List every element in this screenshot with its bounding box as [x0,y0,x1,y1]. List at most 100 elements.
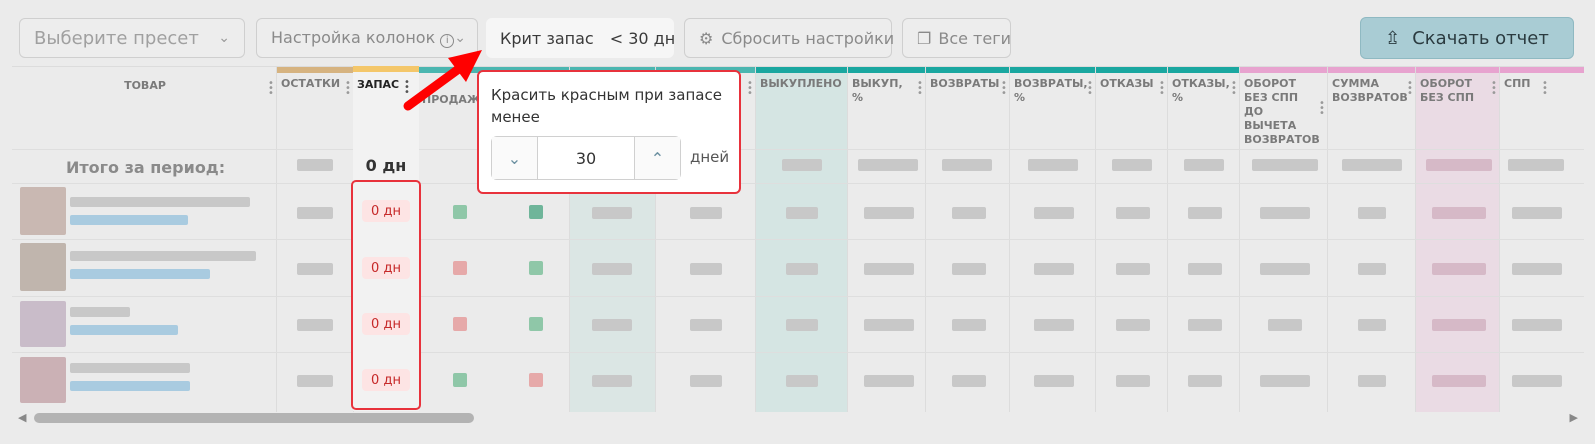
threshold-unit: дней [690,148,730,166]
product-link[interactable] [70,381,190,391]
blurred-value [690,319,722,331]
preset-placeholder: Выберите пресет [34,27,199,49]
column-menu-icon[interactable]: • • • [1231,79,1237,99]
blurred-value [1116,263,1150,275]
blurred-value [786,207,818,219]
column-menu-icon[interactable]: • • • [1542,79,1548,99]
blurred-value [864,375,914,387]
product-link[interactable] [70,269,210,279]
blurred-value [942,159,992,171]
product-thumbnail [20,301,66,347]
column-header: СУММА ВОЗВРАТОВ [1332,77,1408,104]
horizontal-scrollbar[interactable]: ◀ ▶ [12,411,1584,425]
column-menu-icon[interactable]: • • • [917,79,923,99]
status-marker [453,373,467,387]
column-header: ВЫКУПЛЕНО [760,77,842,90]
blurred-value [1426,159,1492,171]
column-menu-icon[interactable]: • • • [1319,99,1325,119]
column-header: ВОЗВРАТЫ, % [1014,77,1088,104]
zapas-highlight-frame [351,180,421,410]
column-menu-icon[interactable]: • • • [747,79,753,99]
column-menu-icon[interactable]: • • • [1407,79,1413,99]
increment-button[interactable]: ⌃ [634,137,680,179]
column-menu-icon[interactable]: • • • [268,79,274,99]
column-header: ОБОРОТ БЕЗ СПП [1420,77,1475,104]
blurred-value [952,263,986,275]
column-menu-icon[interactable]: • • • [1001,79,1007,99]
crit-stock-value: < 30 дн [609,28,676,48]
blurred-value [1358,263,1386,275]
chevron-down-icon: ⌄ [218,30,230,46]
blurred-value [952,375,986,387]
status-marker [529,261,543,275]
decrement-button[interactable]: ⌄ [492,137,538,179]
column-menu-icon[interactable]: • • • [1087,79,1093,99]
download-report-button[interactable]: ⇫ Скачать отчет [1360,17,1574,59]
scrollbar-thumb[interactable] [34,413,474,423]
blurred-value [1034,319,1074,331]
crit-stock-button[interactable]: Крит запас < 30 дн [486,18,676,58]
toolbar: Выберите пресет ⌄ Настройка колонок i ⌄ К… [0,0,1595,68]
blurred-value [1432,263,1486,275]
upload-icon: ⇫ [1385,27,1401,49]
blurred-value [1432,207,1486,219]
blurred-value [1184,159,1224,171]
threshold-value[interactable]: 30 [538,137,634,179]
blurred-value [1116,375,1150,387]
blurred-value [786,375,818,387]
blurred-value [1116,319,1150,331]
blurred-value [1512,375,1562,387]
product-name [70,251,256,261]
blurred-value [1028,159,1078,171]
blurred-value [592,263,632,275]
blurred-value [1432,319,1486,331]
column-header: ОТКАЗЫ [1100,77,1154,90]
blurred-value [1260,375,1310,387]
blurred-value [786,319,818,331]
product-link[interactable] [70,325,178,335]
blurred-value [1034,207,1074,219]
blurred-value [1260,207,1310,219]
blurred-value [592,319,632,331]
blurred-value [297,319,333,331]
status-marker [453,261,467,275]
blurred-value [297,375,333,387]
blurred-value [1188,263,1222,275]
blurred-value [297,263,333,275]
report-table: ТОВАР ОСТАТКИ • • • ПРОДАЖА • • • ВЫКУПЛЕНО … [12,66,1584,412]
blurred-value [1512,319,1562,331]
row-divider [12,352,1584,353]
product-link[interactable] [70,215,188,225]
blurred-value [1034,375,1074,387]
blurred-value [1188,319,1222,331]
product-name [70,307,130,317]
blurred-value [1358,319,1386,331]
blurred-value [1512,207,1562,219]
blurred-value [1512,263,1562,275]
status-marker [453,317,467,331]
chevron-down-icon: ⌄ [507,148,522,168]
blurred-value [1508,159,1564,171]
column-menu-icon[interactable]: • • • [1491,79,1497,99]
reset-settings-button[interactable]: ⚙ Сбросить настройки [684,18,894,58]
column-header: ВЫКУП, % [852,77,903,104]
all-tags-button[interactable]: ❐ Все теги [902,18,1011,58]
blurred-value [1188,375,1222,387]
scroll-right-icon[interactable]: ▶ [1570,411,1578,424]
period-total-label: Итого за период: [66,158,226,177]
preset-select[interactable]: Выберите пресет ⌄ [19,18,245,58]
column-header: ОБОРОТ БЕЗ СПП ДО ВЫЧЕТА ВОЗВРАТОВ [1244,77,1320,146]
crit-stock-label: Крит запас [500,28,594,48]
chevron-up-icon: ⌃ [650,148,665,168]
blurred-value [1358,375,1386,387]
product-thumbnail [20,187,66,235]
blurred-value [858,159,918,171]
threshold-stepper[interactable]: ⌄ 30 ⌃ [491,136,681,180]
column-header: ОТКАЗЫ, % [1172,77,1230,104]
column-menu-icon[interactable]: • • • [345,79,351,99]
blurred-value [1432,375,1486,387]
download-report-label: Скачать отчет [1412,27,1549,49]
blurred-value [1260,263,1310,275]
scroll-left-icon[interactable]: ◀ [18,411,26,424]
column-menu-icon[interactable]: • • • [1159,79,1165,99]
